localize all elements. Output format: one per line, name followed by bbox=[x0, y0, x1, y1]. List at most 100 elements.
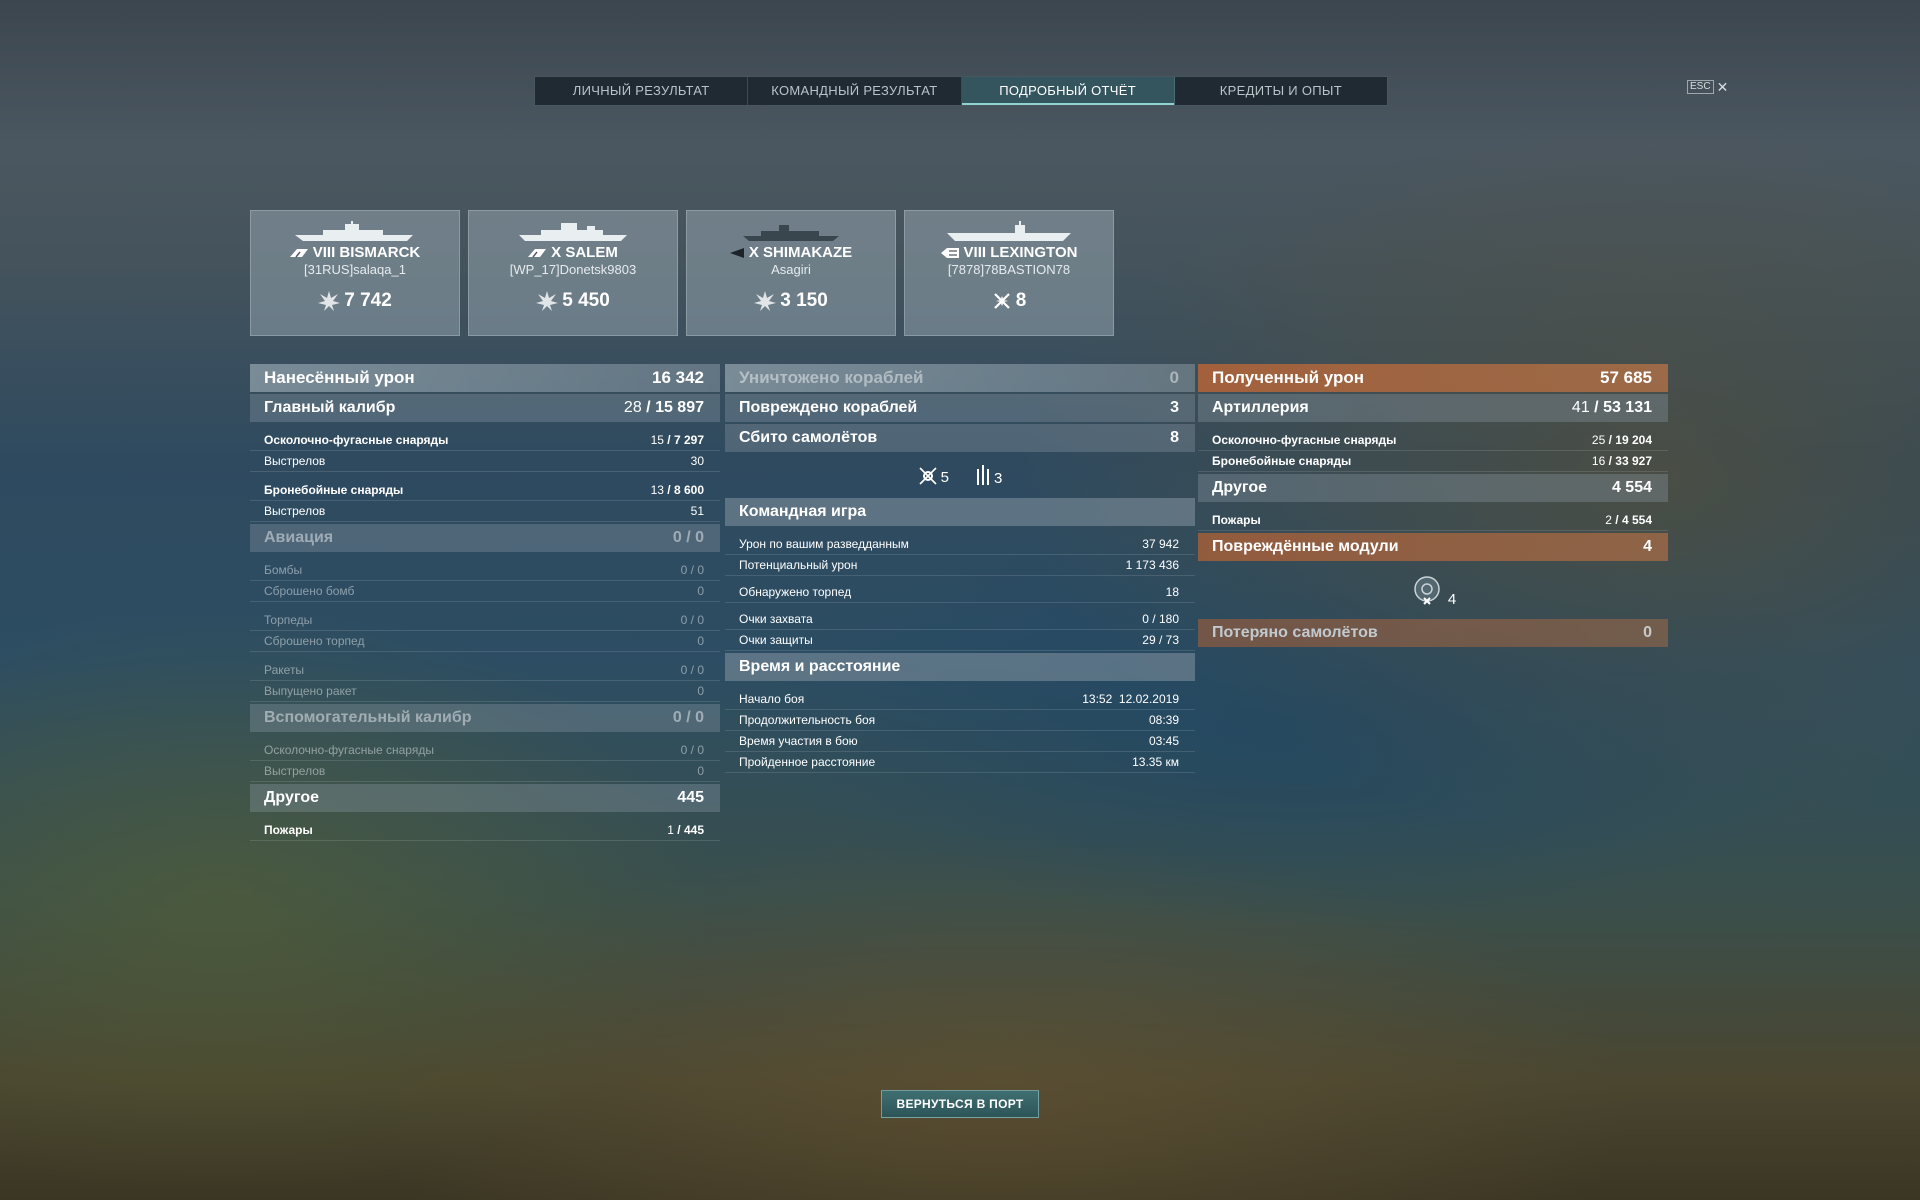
secondary-shots-value: 0 bbox=[697, 764, 704, 778]
capture-points-label: Очки захвата bbox=[739, 612, 813, 626]
dealt-damage-column: Нанесённый урон 16 342 Главный калибр 28… bbox=[250, 364, 720, 843]
dealt-damage-value: 16 342 bbox=[652, 368, 704, 387]
received-damage-value: 57 685 bbox=[1600, 368, 1652, 387]
team-play-label: Командная игра bbox=[739, 503, 867, 520]
received-ap-hits: 16 bbox=[1591, 454, 1606, 468]
ship-score-value: 7 742 bbox=[344, 290, 392, 311]
ap-shells-row: Бронебойные снаряды 13 / 8 600 bbox=[250, 480, 720, 501]
player-name: [31RUS]salaqa_1 bbox=[304, 262, 406, 277]
ships-damaged-header: Повреждено кораблей 3 bbox=[725, 394, 1195, 422]
received-he-row: Осколочно-фугасные снаряды 25 / 19 204 bbox=[1198, 430, 1668, 451]
time-in-battle-value: 03:45 bbox=[1148, 734, 1179, 748]
damage-icon bbox=[754, 291, 777, 311]
esc-close-button[interactable]: ESC ✕ bbox=[1687, 80, 1728, 94]
esc-key-label: ESC bbox=[1687, 80, 1714, 94]
received-other-label: Другое bbox=[1212, 479, 1267, 496]
artillery-value: 41 / 53 131 bbox=[1571, 399, 1652, 416]
fires-hits: 1 bbox=[667, 823, 674, 837]
ship-name: VIII BISMARCK bbox=[251, 244, 459, 261]
flak-item: 5 bbox=[918, 466, 949, 486]
time-distance-header: Время и расстояние bbox=[725, 653, 1195, 681]
ship-name: X SHIMAKAZE bbox=[687, 244, 895, 261]
ship-card-bismarck[interactable]: VIII BISMARCK [31RUS]salaqa_1 7 742 bbox=[250, 210, 460, 336]
defense-points-value: 29 / 73 bbox=[1142, 633, 1179, 647]
damaged-modules-header: Повреждённые модули 4 bbox=[1198, 533, 1668, 561]
he-shots-value: 30 bbox=[690, 454, 704, 468]
received-ap-damage: 33 927 bbox=[1615, 454, 1652, 468]
secondary-shots-row: Выстрелов 0 bbox=[250, 761, 720, 782]
planes-shot-label: Сбито самолётов bbox=[739, 429, 878, 446]
torpedoes-value: 0 / 0 bbox=[680, 613, 704, 627]
torpedoes-spotted-label: Обнаружено торпед bbox=[739, 585, 852, 599]
tab-bar: ЛИЧНЫЙ РЕЗУЛЬТАТ КОМАНДНЫЙ РЕЗУЛЬТАТ ПОД… bbox=[534, 76, 1388, 106]
artillery-hits: 41 bbox=[1571, 399, 1590, 416]
he-shells-row: Осколочно-фугасные снаряды 15 / 7 297 bbox=[250, 430, 720, 451]
secondary-shots-label: Выстрелов bbox=[264, 764, 326, 778]
player-name: [7878]78BASTION78 bbox=[947, 262, 1071, 277]
ap-shells-hits: 13 bbox=[650, 483, 664, 497]
secondary-he-label: Осколочно-фугасные снаряды bbox=[264, 743, 434, 757]
ship-card-salem[interactable]: X SALEM [WP_17]Donetsk9803 5 450 bbox=[468, 210, 678, 336]
return-to-port-button[interactable]: ВЕРНУТЬСЯ В ПОРТ bbox=[881, 1090, 1039, 1118]
team-play-column: Уничтожено кораблей 0 Повреждено корабле… bbox=[725, 364, 1195, 775]
flak-icon bbox=[919, 467, 937, 485]
secondary-battery-value: 0 / 0 bbox=[672, 709, 704, 726]
planes-shot-value: 8 bbox=[1170, 429, 1179, 446]
damage-icon bbox=[536, 291, 559, 311]
damaged-modules-details: 4 bbox=[1198, 563, 1668, 619]
other-details: Пожары 1 / 445 bbox=[250, 814, 720, 843]
bombs-dropped-value: 0 bbox=[697, 584, 704, 598]
tab-credits-xp[interactable]: КРЕДИТЫ И ОПЫТ bbox=[1175, 77, 1387, 105]
player-name: [WP_17]Donetsk9803 bbox=[509, 262, 637, 277]
ap-shells-label: Бронебойные снаряды bbox=[264, 483, 404, 497]
artillery-header: Артиллерия 41 / 53 131 bbox=[1198, 394, 1668, 422]
battle-start-value: 13:52 12.02.2019 bbox=[1082, 692, 1179, 706]
fighter-icon bbox=[977, 465, 989, 485]
secondary-he-value: 0 / 0 bbox=[680, 743, 704, 757]
torpedoes-label: Торпеды bbox=[264, 613, 313, 627]
damage-icon bbox=[318, 291, 341, 311]
ship-score: 3 150 bbox=[687, 290, 895, 312]
ships-destroyed-value: 0 bbox=[1169, 368, 1179, 387]
capture-points-row: Очки захвата 0 / 180 bbox=[725, 609, 1195, 630]
tab-detailed-report[interactable]: ПОДРОБНЫЙ ОТЧЁТ bbox=[961, 77, 1175, 105]
tab-team-result[interactable]: КОМАНДНЫЙ РЕЗУЛЬТАТ bbox=[748, 77, 962, 105]
distance-row: Пройденное расстояние 13.35 км bbox=[725, 752, 1195, 773]
time-distance-label: Время и расстояние bbox=[739, 658, 901, 675]
planes-lost-value: 0 bbox=[1643, 624, 1652, 641]
artillery-details: Осколочно-фугасные снаряды 25 / 19 204 Б… bbox=[1198, 424, 1668, 474]
potential-damage-label: Потенциальный урон bbox=[739, 558, 858, 572]
secondary-details: Осколочно-фугасные снаряды 0 / 0 Выстрело… bbox=[250, 734, 720, 784]
rockets-value: 0 / 0 bbox=[680, 663, 704, 677]
main-battery-value: 28 / 15 897 bbox=[623, 399, 704, 416]
spotting-damage-label: Урон по вашим разведданным bbox=[739, 537, 909, 551]
time-distance-details: Начало боя 13:52 12.02.2019 Продолжительн… bbox=[725, 683, 1195, 775]
destroyer-class-icon bbox=[729, 247, 744, 258]
he-shots-row: Выстрелов 30 bbox=[250, 451, 720, 472]
ap-shells-damage: 8 600 bbox=[673, 483, 704, 497]
ship-name-text: X SHIMAKAZE bbox=[748, 244, 853, 261]
received-ap-label: Бронебойные снаряды bbox=[1212, 454, 1352, 468]
ship-card-lexington[interactable]: VIII LEXINGTON [7878]78BASTION78 8 bbox=[904, 210, 1114, 336]
received-he-hits: 25 bbox=[1591, 433, 1606, 447]
bombs-label: Бомбы bbox=[264, 563, 303, 577]
tab-personal-result[interactable]: ЛИЧНЫЙ РЕЗУЛЬТАТ bbox=[535, 77, 749, 105]
he-shots-label: Выстрелов bbox=[264, 454, 326, 468]
ap-shots-value: 51 bbox=[690, 504, 704, 518]
rockets-fired-label: Выпущено ракет bbox=[264, 684, 357, 698]
fires-row: Пожары 1 / 445 bbox=[250, 820, 720, 841]
ship-card-shimakaze[interactable]: X SHIMAKAZE Asagiri 3 150 bbox=[686, 210, 896, 336]
ship-score: 7 742 bbox=[251, 290, 459, 312]
received-he-label: Осколочно-фугасные снаряды bbox=[1212, 433, 1397, 447]
potential-damage-row: Потенциальный урон 1 173 436 bbox=[725, 555, 1195, 576]
received-he-damage: 19 204 bbox=[1615, 433, 1652, 447]
ships-damaged-label: Повреждено кораблей bbox=[739, 399, 918, 416]
ship-silhouette-icon bbox=[519, 223, 627, 241]
cruiser-class-icon bbox=[528, 248, 547, 257]
ship-score: 5 450 bbox=[469, 290, 677, 312]
time-in-battle-row: Время участия в бою 03:45 bbox=[725, 731, 1195, 752]
dealt-damage-header: Нанесённый урон 16 342 bbox=[250, 364, 720, 392]
potential-damage-value: 1 173 436 bbox=[1125, 558, 1179, 572]
received-damage-column: Полученный урон 57 685 Артиллерия 41 / 5… bbox=[1198, 364, 1668, 649]
aviation-value: 0 / 0 bbox=[672, 529, 704, 546]
